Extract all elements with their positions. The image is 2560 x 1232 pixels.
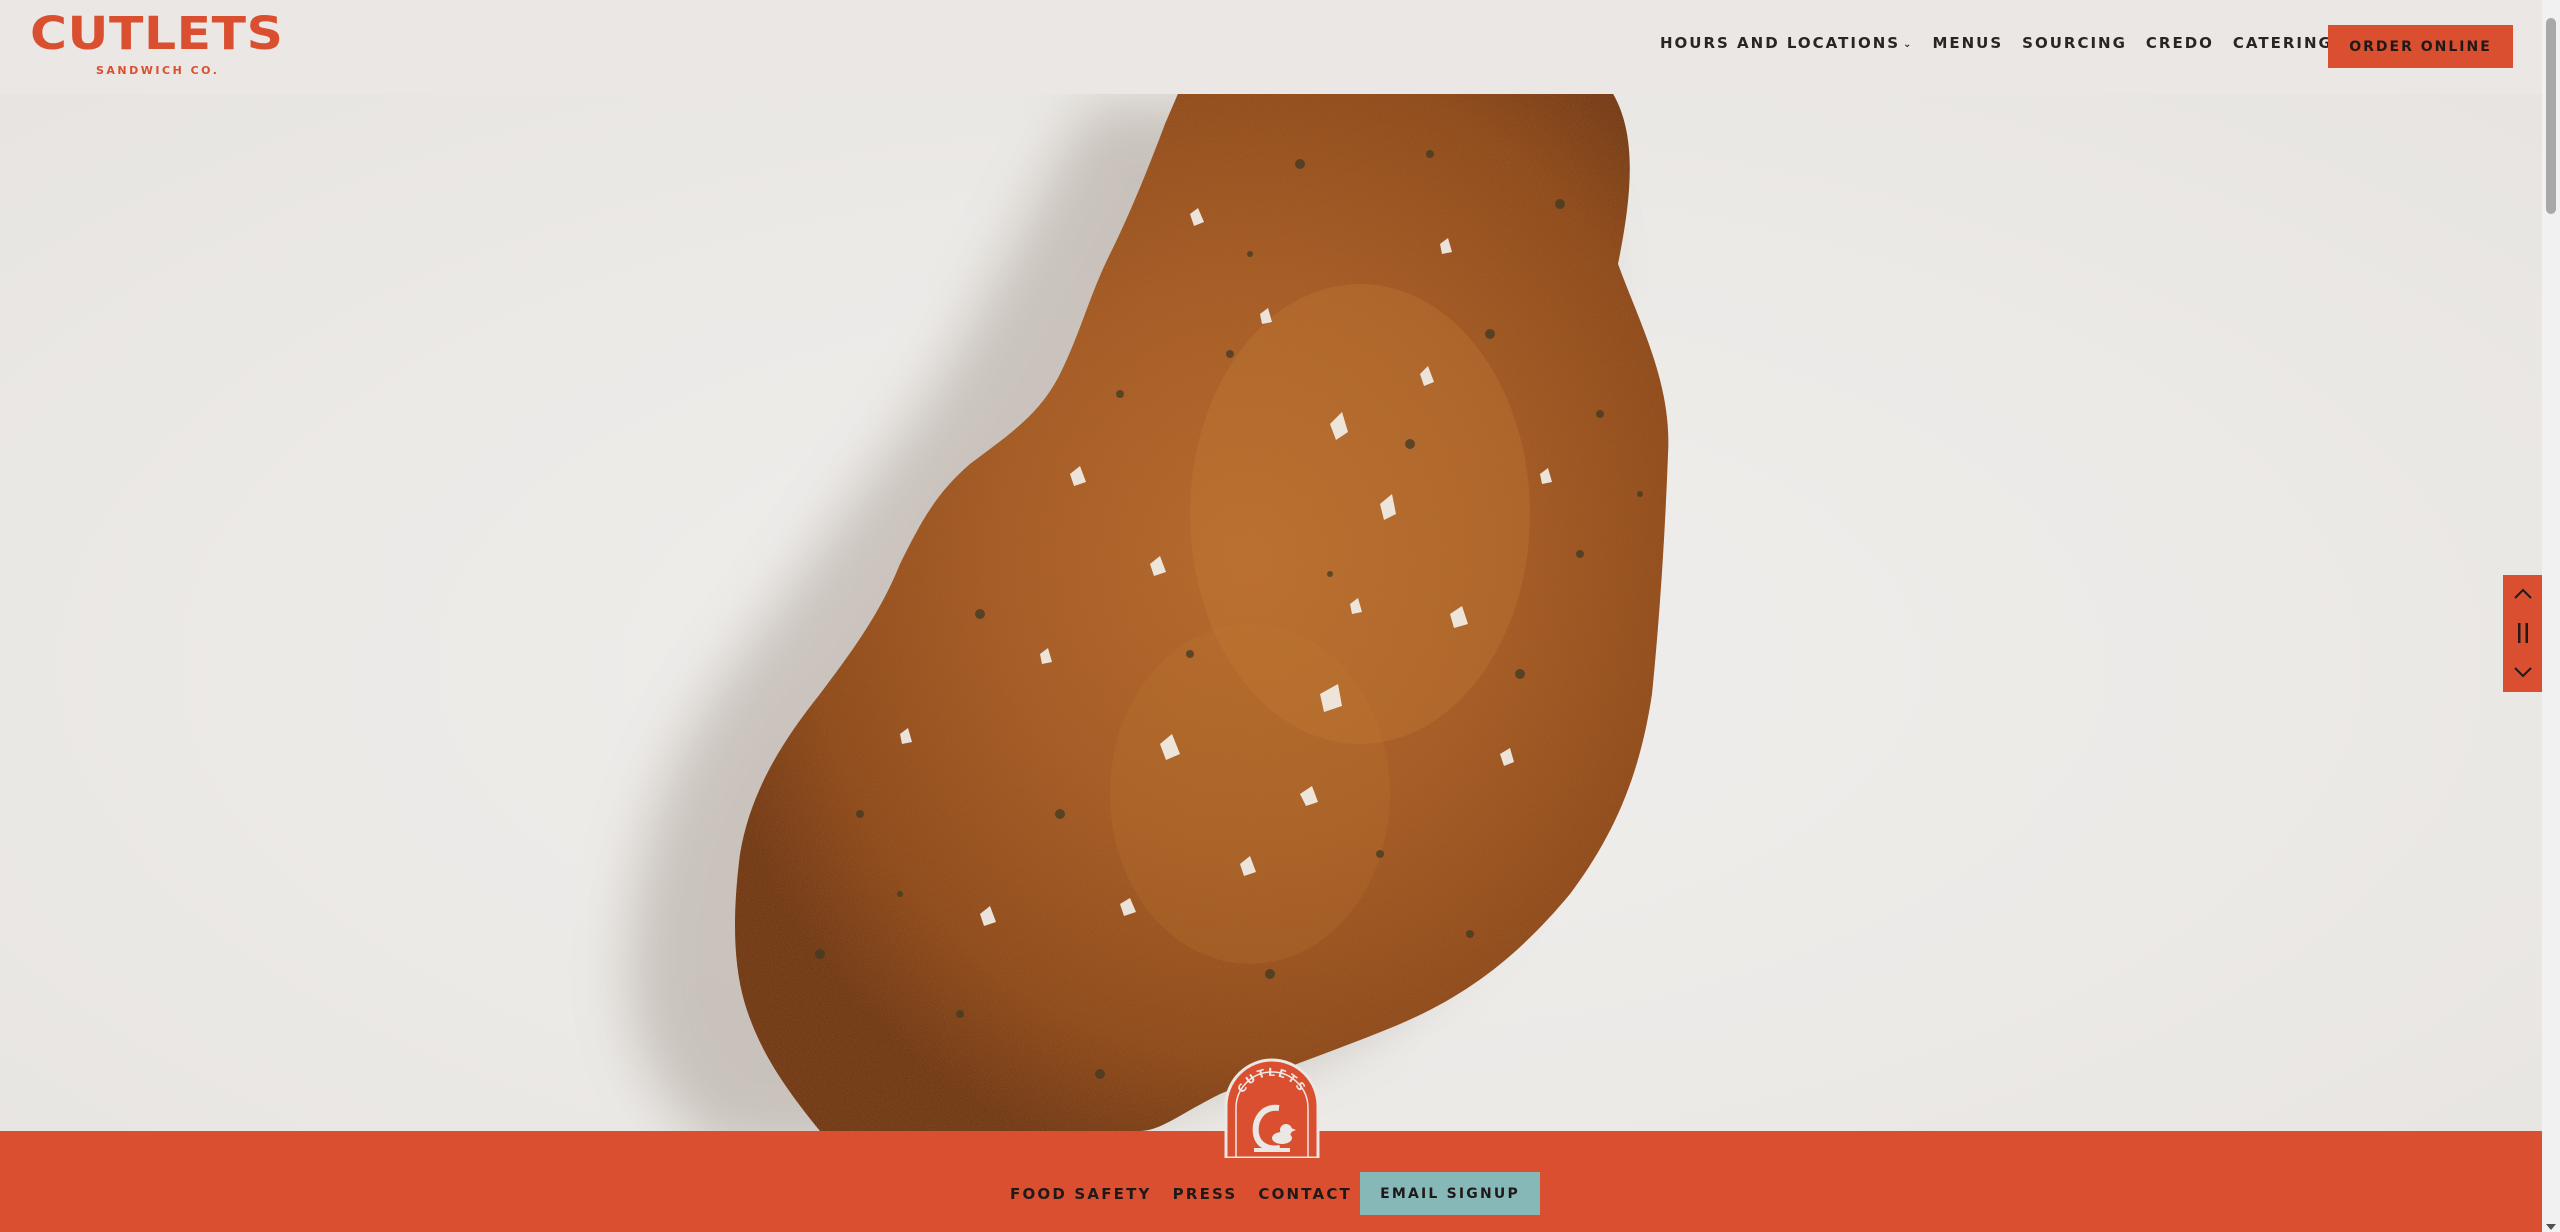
nav-item-hours-and-locations[interactable]: HOURS AND LOCATIONS ⌄ xyxy=(1660,34,1913,52)
footer-link-contact[interactable]: CONTACT xyxy=(1258,1185,1352,1203)
nav-item-menus[interactable]: MENUS xyxy=(1932,34,2003,52)
slideshow-controls xyxy=(2503,575,2542,692)
scrollbar-thumb[interactable] xyxy=(2546,18,2556,214)
footer-link-food-safety[interactable]: FOOD SAFETY xyxy=(1010,1185,1152,1203)
site-header: CUTLETS SANDWICH CO. HOURS AND LOCATIONS… xyxy=(0,0,2542,94)
footer-link-press[interactable]: PRESS xyxy=(1173,1185,1238,1203)
pause-icon xyxy=(2518,623,2528,643)
chevron-up-icon xyxy=(2514,588,2532,599)
logo-wordmark: CUTLETS xyxy=(30,7,284,60)
site-logo[interactable]: CUTLETS SANDWICH CO. xyxy=(30,7,284,80)
slide-next-button[interactable] xyxy=(2503,653,2542,691)
slide-prev-button[interactable] xyxy=(2503,575,2542,613)
chevron-down-icon: ⌄ xyxy=(1903,39,1914,50)
cutlets-badge-logo[interactable]: CUTLETS xyxy=(1224,1058,1320,1158)
logo-tagline: SANDWICH CO. xyxy=(96,64,220,77)
page-scrollbar[interactable] xyxy=(2542,0,2560,1232)
page: CUTLETS SANDWICH CO. HOURS AND LOCATIONS… xyxy=(0,0,2560,1232)
email-signup-button[interactable]: EMAIL SIGNUP xyxy=(1360,1172,1540,1215)
nav-item-credo[interactable]: CREDO xyxy=(2146,34,2214,52)
nav-item-sourcing[interactable]: SOURCING xyxy=(2022,34,2127,52)
footer-nav: FOOD SAFETY PRESS CONTACT xyxy=(1010,1185,1352,1203)
hero-slideshow xyxy=(0,94,2542,1131)
main-nav: HOURS AND LOCATIONS ⌄ MENUS SOURCING CRED… xyxy=(1660,34,2333,52)
chevron-down-icon xyxy=(2514,667,2532,678)
scroll-down-arrow-icon[interactable] xyxy=(2546,1224,2556,1230)
nav-item-label: HOURS AND LOCATIONS xyxy=(1660,34,1901,52)
fried-cutlet-image xyxy=(627,94,1669,1131)
order-online-button[interactable]: ORDER ONLINE xyxy=(2328,25,2513,68)
slide-pause-button[interactable] xyxy=(2503,614,2542,652)
nav-item-catering[interactable]: CATERING xyxy=(2233,34,2333,52)
